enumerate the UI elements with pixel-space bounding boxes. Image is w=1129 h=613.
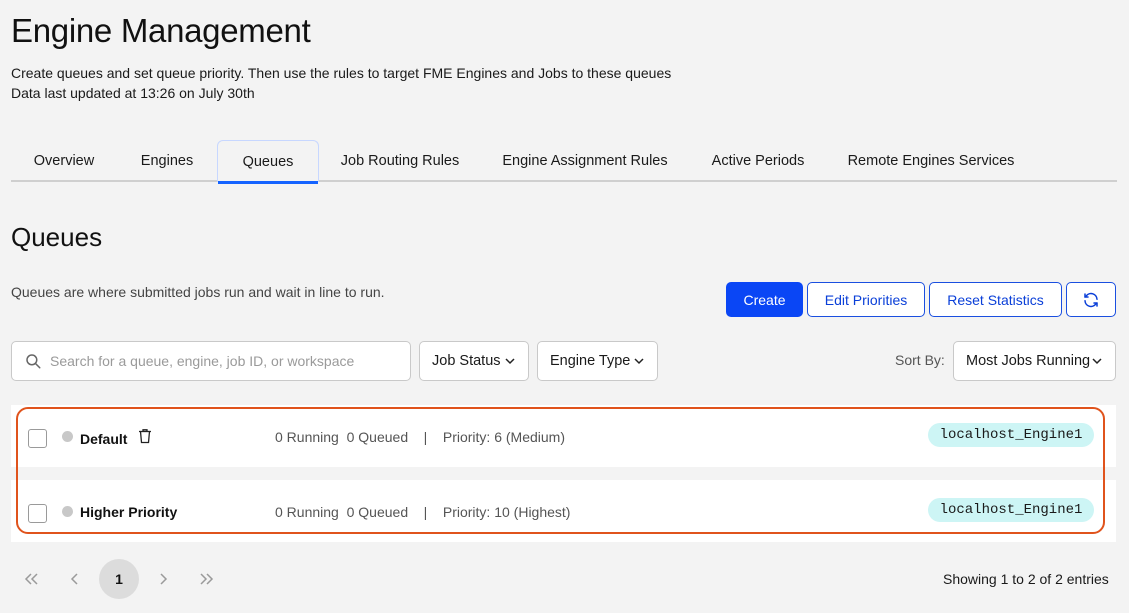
- engine-type-label: Engine Type: [550, 353, 631, 369]
- search-input[interactable]: [50, 353, 390, 369]
- chevron-down-icon: [634, 358, 644, 365]
- chevron-left-icon: [70, 573, 78, 585]
- double-chevron-right-icon: [200, 573, 214, 585]
- reset-statistics-button[interactable]: Reset Statistics: [929, 282, 1062, 317]
- chevron-down-icon: [505, 358, 515, 365]
- row-divider: [11, 467, 1116, 480]
- queue-stats: 0 Running 0 Queued | Priority: 10 (Highe…: [275, 504, 571, 520]
- search-box: [11, 341, 411, 381]
- tab-overview[interactable]: Overview: [11, 140, 117, 182]
- tab-job-routing-rules[interactable]: Job Routing Rules: [329, 140, 471, 182]
- last-updated-text: Data last updated at 13:26 on July 30th: [11, 85, 255, 101]
- tab-queues[interactable]: Queues: [217, 140, 319, 184]
- tab-active-periods[interactable]: Active Periods: [699, 140, 817, 182]
- section-title: Queues: [11, 222, 103, 252]
- double-chevron-left-icon: [24, 573, 38, 585]
- tab-bar: Overview Engines Queues Job Routing Rule…: [11, 140, 1117, 184]
- search-icon: [26, 354, 41, 369]
- prev-page-button[interactable]: [55, 559, 95, 599]
- row-checkbox[interactable]: [28, 504, 47, 523]
- row-checkbox[interactable]: [28, 429, 47, 448]
- chevron-down-icon: [1092, 358, 1102, 365]
- page-title: Engine Management: [11, 12, 311, 49]
- status-dot: [62, 431, 73, 442]
- queue-stats: 0 Running 0 Queued | Priority: 6 (Medium…: [275, 429, 566, 445]
- section-description: Queues are where submitted jobs run and …: [11, 284, 385, 300]
- first-page-button[interactable]: [11, 559, 51, 599]
- chevron-right-icon: [160, 573, 168, 585]
- queue-name[interactable]: Higher Priority: [80, 504, 177, 520]
- sort-dropdown[interactable]: Most Jobs Running: [953, 341, 1116, 381]
- engine-tag[interactable]: localhost_Engine1: [928, 498, 1094, 522]
- edit-priorities-button[interactable]: Edit Priorities: [807, 282, 925, 317]
- sort-value: Most Jobs Running: [966, 353, 1091, 369]
- status-dot: [62, 506, 73, 517]
- engine-type-dropdown[interactable]: Engine Type: [537, 341, 658, 381]
- job-status-label: Job Status: [432, 353, 501, 369]
- trash-icon[interactable]: [138, 428, 152, 444]
- create-button[interactable]: Create: [726, 282, 803, 317]
- tab-remote-engines-services[interactable]: Remote Engines Services: [837, 140, 1025, 182]
- next-page-button[interactable]: [143, 559, 183, 599]
- current-page[interactable]: 1: [99, 559, 139, 599]
- table-row[interactable]: Higher Priority 0 Running 0 Queued | Pri…: [11, 480, 1116, 542]
- tab-engines[interactable]: Engines: [117, 140, 217, 182]
- refresh-icon: [1084, 292, 1098, 307]
- refresh-button[interactable]: [1066, 282, 1116, 317]
- queue-name[interactable]: Default: [80, 431, 127, 447]
- table-row[interactable]: Default 0 Running 0 Queued | Priority: 6…: [11, 405, 1116, 467]
- engine-tag[interactable]: localhost_Engine1: [928, 423, 1094, 447]
- tab-engine-assignment-rules[interactable]: Engine Assignment Rules: [491, 140, 679, 182]
- job-status-dropdown[interactable]: Job Status: [419, 341, 529, 381]
- showing-entries-text: Showing 1 to 2 of 2 entries: [943, 571, 1109, 587]
- page-description: Create queues and set queue priority. Th…: [11, 65, 672, 81]
- sort-by-label: Sort By:: [895, 352, 945, 368]
- last-page-button[interactable]: [187, 559, 227, 599]
